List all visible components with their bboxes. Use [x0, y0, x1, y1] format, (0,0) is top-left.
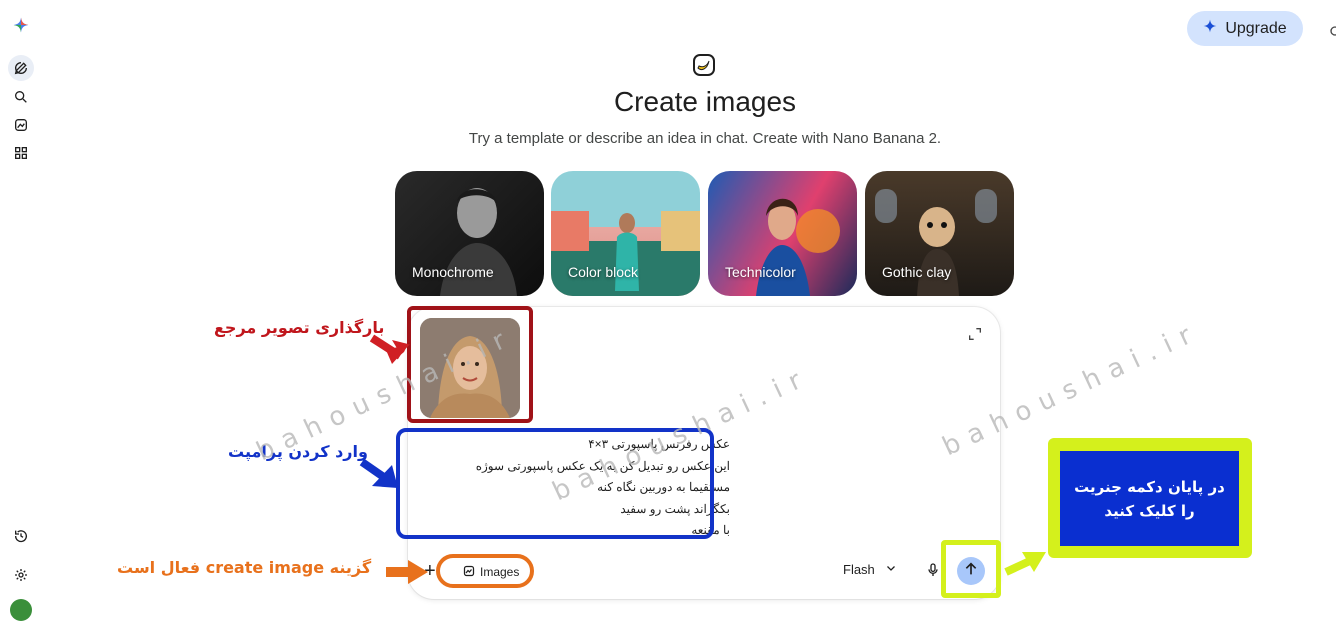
annotation-upload-label: بارگذاری تصویر مرجع	[214, 318, 385, 337]
callout-line: را کلیک کنید	[1104, 501, 1195, 520]
annotation-generate-callout: در پایان دکمه جنریت را کلیک کنید	[1048, 438, 1252, 558]
callout-line: در پایان دکمه جنریت	[1074, 477, 1225, 496]
annotation-create-image-label: گزینه create image فعال است	[117, 558, 372, 577]
